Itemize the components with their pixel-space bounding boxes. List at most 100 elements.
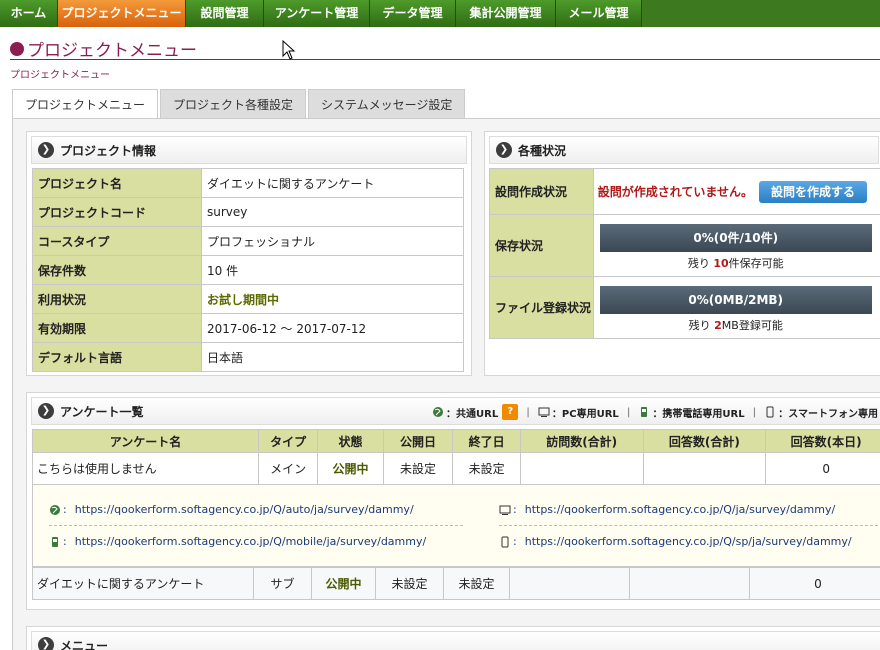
survey-type: サブ <box>253 567 312 600</box>
survey-end-date: 未設定 <box>452 452 521 485</box>
storage-remaining-prefix: 残り <box>687 256 710 270</box>
info-key: デフォルト言語 <box>32 342 202 372</box>
survey-end-date: 未設定 <box>443 567 510 600</box>
page-title-text: プロジェクトメニュー <box>27 41 197 61</box>
storage-progress-bar: 0%(0件/10件) <box>599 223 872 252</box>
table-row: 有効期限 2017-06-12 ～ 2017-07-12 <box>32 313 464 343</box>
survey-answers-today: 0 <box>765 452 880 485</box>
title-bullet-icon <box>10 41 24 56</box>
top-nav: ホーム プロジェクトメニュー 設問管理 アンケート管理 データ管理 集計公開管理 メール管理 <box>0 0 880 27</box>
survey-state: 公開中 <box>311 567 376 600</box>
column-header: タイプ <box>258 429 319 453</box>
survey-list-panel: ❯ アンケート一覧 ：共通URL ? | ：PC専用URL | ：携帯電話専用U… <box>26 392 880 610</box>
mobile-url-row: : https://qookerform.softagency.co.jp/Q/… <box>49 535 426 548</box>
pc-url-row: : https://qookerform.softagency.co.jp/Q/… <box>499 503 835 516</box>
nav-item-5[interactable]: 集計公開管理 <box>456 0 556 27</box>
nav-item-0[interactable]: ホーム <box>0 0 58 27</box>
info-key: 利用状況 <box>32 284 202 314</box>
table-row[interactable]: ダイエットに関するアンケート サブ 公開中 未設定 未設定 0 <box>32 567 880 600</box>
project-info-title: プロジェクト情報 <box>60 143 157 158</box>
smartphone-url-row: : https://qookerform.softagency.co.jp/Q/… <box>499 535 852 548</box>
tab-system-message-settings[interactable]: システムメッセージ設定 <box>308 89 466 119</box>
pc-url-link[interactable]: https://qookerform.softagency.co.jp/Q/ja… <box>525 503 835 516</box>
info-key: 有効期限 <box>32 313 202 343</box>
question-status-label: 設問作成状況 <box>489 168 594 215</box>
nav-item-4[interactable]: データ管理 <box>370 0 456 27</box>
nav-item-6[interactable]: メール管理 <box>556 0 642 27</box>
chevron-right-icon: ❯ <box>496 142 512 158</box>
storage-status-label: 保存状況 <box>489 214 594 277</box>
legend-common-url: ：共通URL <box>446 408 499 420</box>
survey-type: メイン <box>258 452 319 485</box>
survey-open-date: 未設定 <box>382 452 454 485</box>
survey-visits <box>519 452 644 485</box>
nav-item-1[interactable]: プロジェクトメニュー <box>58 0 186 27</box>
nav-item-2[interactable]: 設問管理 <box>186 0 264 27</box>
tab-bar: プロジェクトメニュー プロジェクト各種設定 システムメッセージ設定 <box>12 89 467 120</box>
question-warning: 設問が作成されていません。 <box>597 184 754 199</box>
info-value: お試し期間中 <box>201 284 464 314</box>
menu-panel: ❯ メニュー <box>26 626 880 650</box>
url-legend: ：共通URL ? | ：PC専用URL | ：携帯電話専用URL | ：スマート… <box>432 404 878 420</box>
survey-visits <box>509 567 630 600</box>
help-icon[interactable]: ? <box>502 404 519 420</box>
info-value: survey <box>201 197 464 227</box>
info-key: コースタイプ <box>32 226 202 256</box>
table-row[interactable]: こちらは使用しません メイン 公開中 未設定 未設定 0 <box>31 452 880 485</box>
file-progress-bar: 0%(0MB/2MB) <box>599 285 872 314</box>
url-divider <box>49 525 463 526</box>
globe-icon <box>433 407 444 417</box>
table-row: 利用状況 お試し期間中 <box>32 284 464 314</box>
status-header: ❯ 各種状況 <box>489 136 879 164</box>
storage-remaining-suffix: 件保存可能 <box>728 256 784 270</box>
title-divider <box>10 59 880 60</box>
survey-name[interactable]: ダイエットに関するアンケート <box>32 567 254 600</box>
info-value: プロフェッショナル <box>201 226 464 256</box>
globe-icon <box>50 504 60 515</box>
breadcrumb[interactable]: プロジェクトメニュー <box>10 66 110 81</box>
create-question-button[interactable]: 設問を作成する <box>759 180 868 203</box>
tab-project-menu[interactable]: プロジェクトメニュー <box>12 89 159 120</box>
project-info-header: ❯ プロジェクト情報 <box>31 136 467 164</box>
pc-icon <box>499 505 511 515</box>
legend-smartphone-url: ：スマートフォン専用 <box>778 408 878 420</box>
tab-project-settings[interactable]: プロジェクト各種設定 <box>160 89 307 119</box>
survey-table-second: ダイエットに関するアンケート サブ 公開中 未設定 未設定 0 <box>32 567 880 600</box>
survey-table: アンケート名 タイプ 状態 公開日 終了日 訪問数(合計) 回答数(合計) 回答数(本日) こ… <box>31 429 880 485</box>
survey-url-block: : https://qookerform.softagency.co.jp/Q/… <box>32 485 880 567</box>
survey-list-header: ❯ アンケート一覧 ：共通URL ? | ：PC専用URL | ：携帯電話専用U… <box>31 397 880 425</box>
legend-pc-url: ：PC専用URL <box>551 408 619 420</box>
info-key: 保存件数 <box>32 255 202 285</box>
survey-answers <box>642 452 767 485</box>
info-value: 10 件 <box>201 255 464 285</box>
file-progress-label: 0%(0MB/2MB) <box>688 292 784 307</box>
storage-remaining-count: 10 <box>713 256 729 270</box>
url-divider <box>499 525 880 526</box>
file-remaining-count: 2 <box>714 318 722 332</box>
chevron-right-icon: ❯ <box>38 142 54 158</box>
file-remaining-suffix: MB登録可能 <box>721 318 783 332</box>
column-header: 終了日 <box>452 429 521 453</box>
storage-remaining: 残り 10件保存可能 <box>600 255 872 271</box>
survey-name[interactable]: こちらは使用しません <box>31 452 260 485</box>
file-remaining: 残り 2MB登録可能 <box>600 317 872 333</box>
file-remaining-prefix: 残り <box>688 318 711 332</box>
common-url-link[interactable]: https://qookerform.softagency.co.jp/Q/au… <box>75 503 414 516</box>
pc-icon <box>538 407 550 417</box>
page-title: プロジェクトメニュー <box>10 36 197 61</box>
survey-answers <box>629 567 750 600</box>
nav-item-3[interactable]: アンケート管理 <box>264 0 370 27</box>
table-row: プロジェクト名 ダイエットに関するアンケート <box>32 168 464 198</box>
mobile-phone-icon <box>641 407 648 417</box>
mobile-url-link[interactable]: https://qookerform.softagency.co.jp/Q/mo… <box>75 535 426 548</box>
column-header: 訪問数(合計) <box>519 429 644 453</box>
smartphone-url-link[interactable]: https://qookerform.softagency.co.jp/Q/sp… <box>525 535 852 548</box>
menu-title: メニュー <box>60 638 109 650</box>
smartphone-icon <box>501 536 509 547</box>
survey-answers-today: 0 <box>749 567 880 600</box>
storage-progress-label: 0%(0件/10件) <box>693 230 779 245</box>
column-header: アンケート名 <box>31 429 260 453</box>
survey-state: 公開中 <box>317 452 384 485</box>
file-status-label: ファイル登録状況 <box>489 276 594 339</box>
info-value: ダイエットに関するアンケート <box>201 168 464 198</box>
